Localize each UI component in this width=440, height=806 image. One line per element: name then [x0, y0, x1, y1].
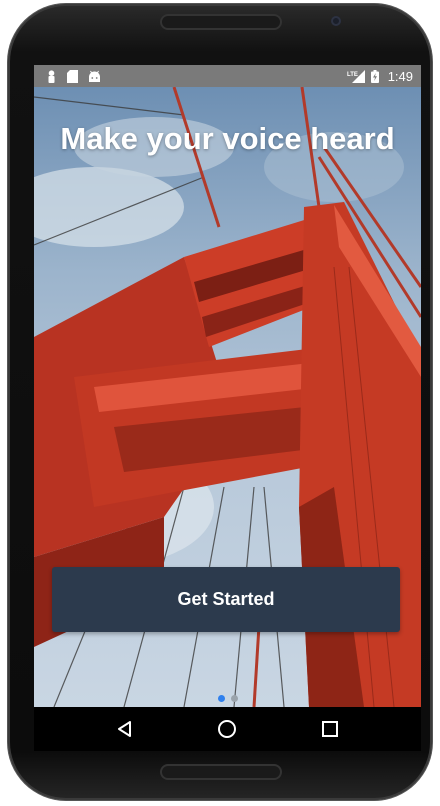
get-started-button[interactable]: Get Started: [52, 567, 400, 632]
person-icon: [48, 69, 55, 83]
android-icon: [89, 70, 100, 82]
navigation-bar: [34, 707, 421, 751]
back-button[interactable]: [107, 711, 143, 747]
battery-charging-icon: [370, 69, 379, 83]
page-dot-1[interactable]: [217, 695, 225, 702]
network-type-label: LTE: [347, 72, 358, 78]
lte-signal-icon: LTE: [347, 69, 365, 83]
device-screen: LTE 1:49 Make your voice heard Get Start…: [34, 65, 421, 751]
recents-button[interactable]: [312, 711, 348, 747]
page-indicator: [34, 695, 421, 702]
status-bar-right: LTE 1:49: [347, 69, 413, 84]
sd-card-icon: [67, 69, 78, 83]
headline: Make your voice heard: [60, 121, 395, 156]
top-speaker: [160, 14, 282, 30]
front-camera: [331, 16, 341, 26]
status-clock: 1:49: [387, 68, 413, 84]
phone-frame: LTE 1:49 Make your voice heard Get Start…: [8, 4, 432, 800]
hero-background: Make your voice heard Get Started: [34, 87, 421, 707]
status-bar: LTE 1:49: [34, 65, 421, 87]
bottom-speaker: [160, 764, 282, 780]
status-bar-left: [46, 69, 101, 83]
back-icon: [118, 721, 132, 737]
recents-icon: [321, 721, 338, 737]
home-icon: [218, 720, 237, 738]
home-button[interactable]: [209, 711, 245, 747]
page-dot-2[interactable]: [230, 695, 238, 702]
